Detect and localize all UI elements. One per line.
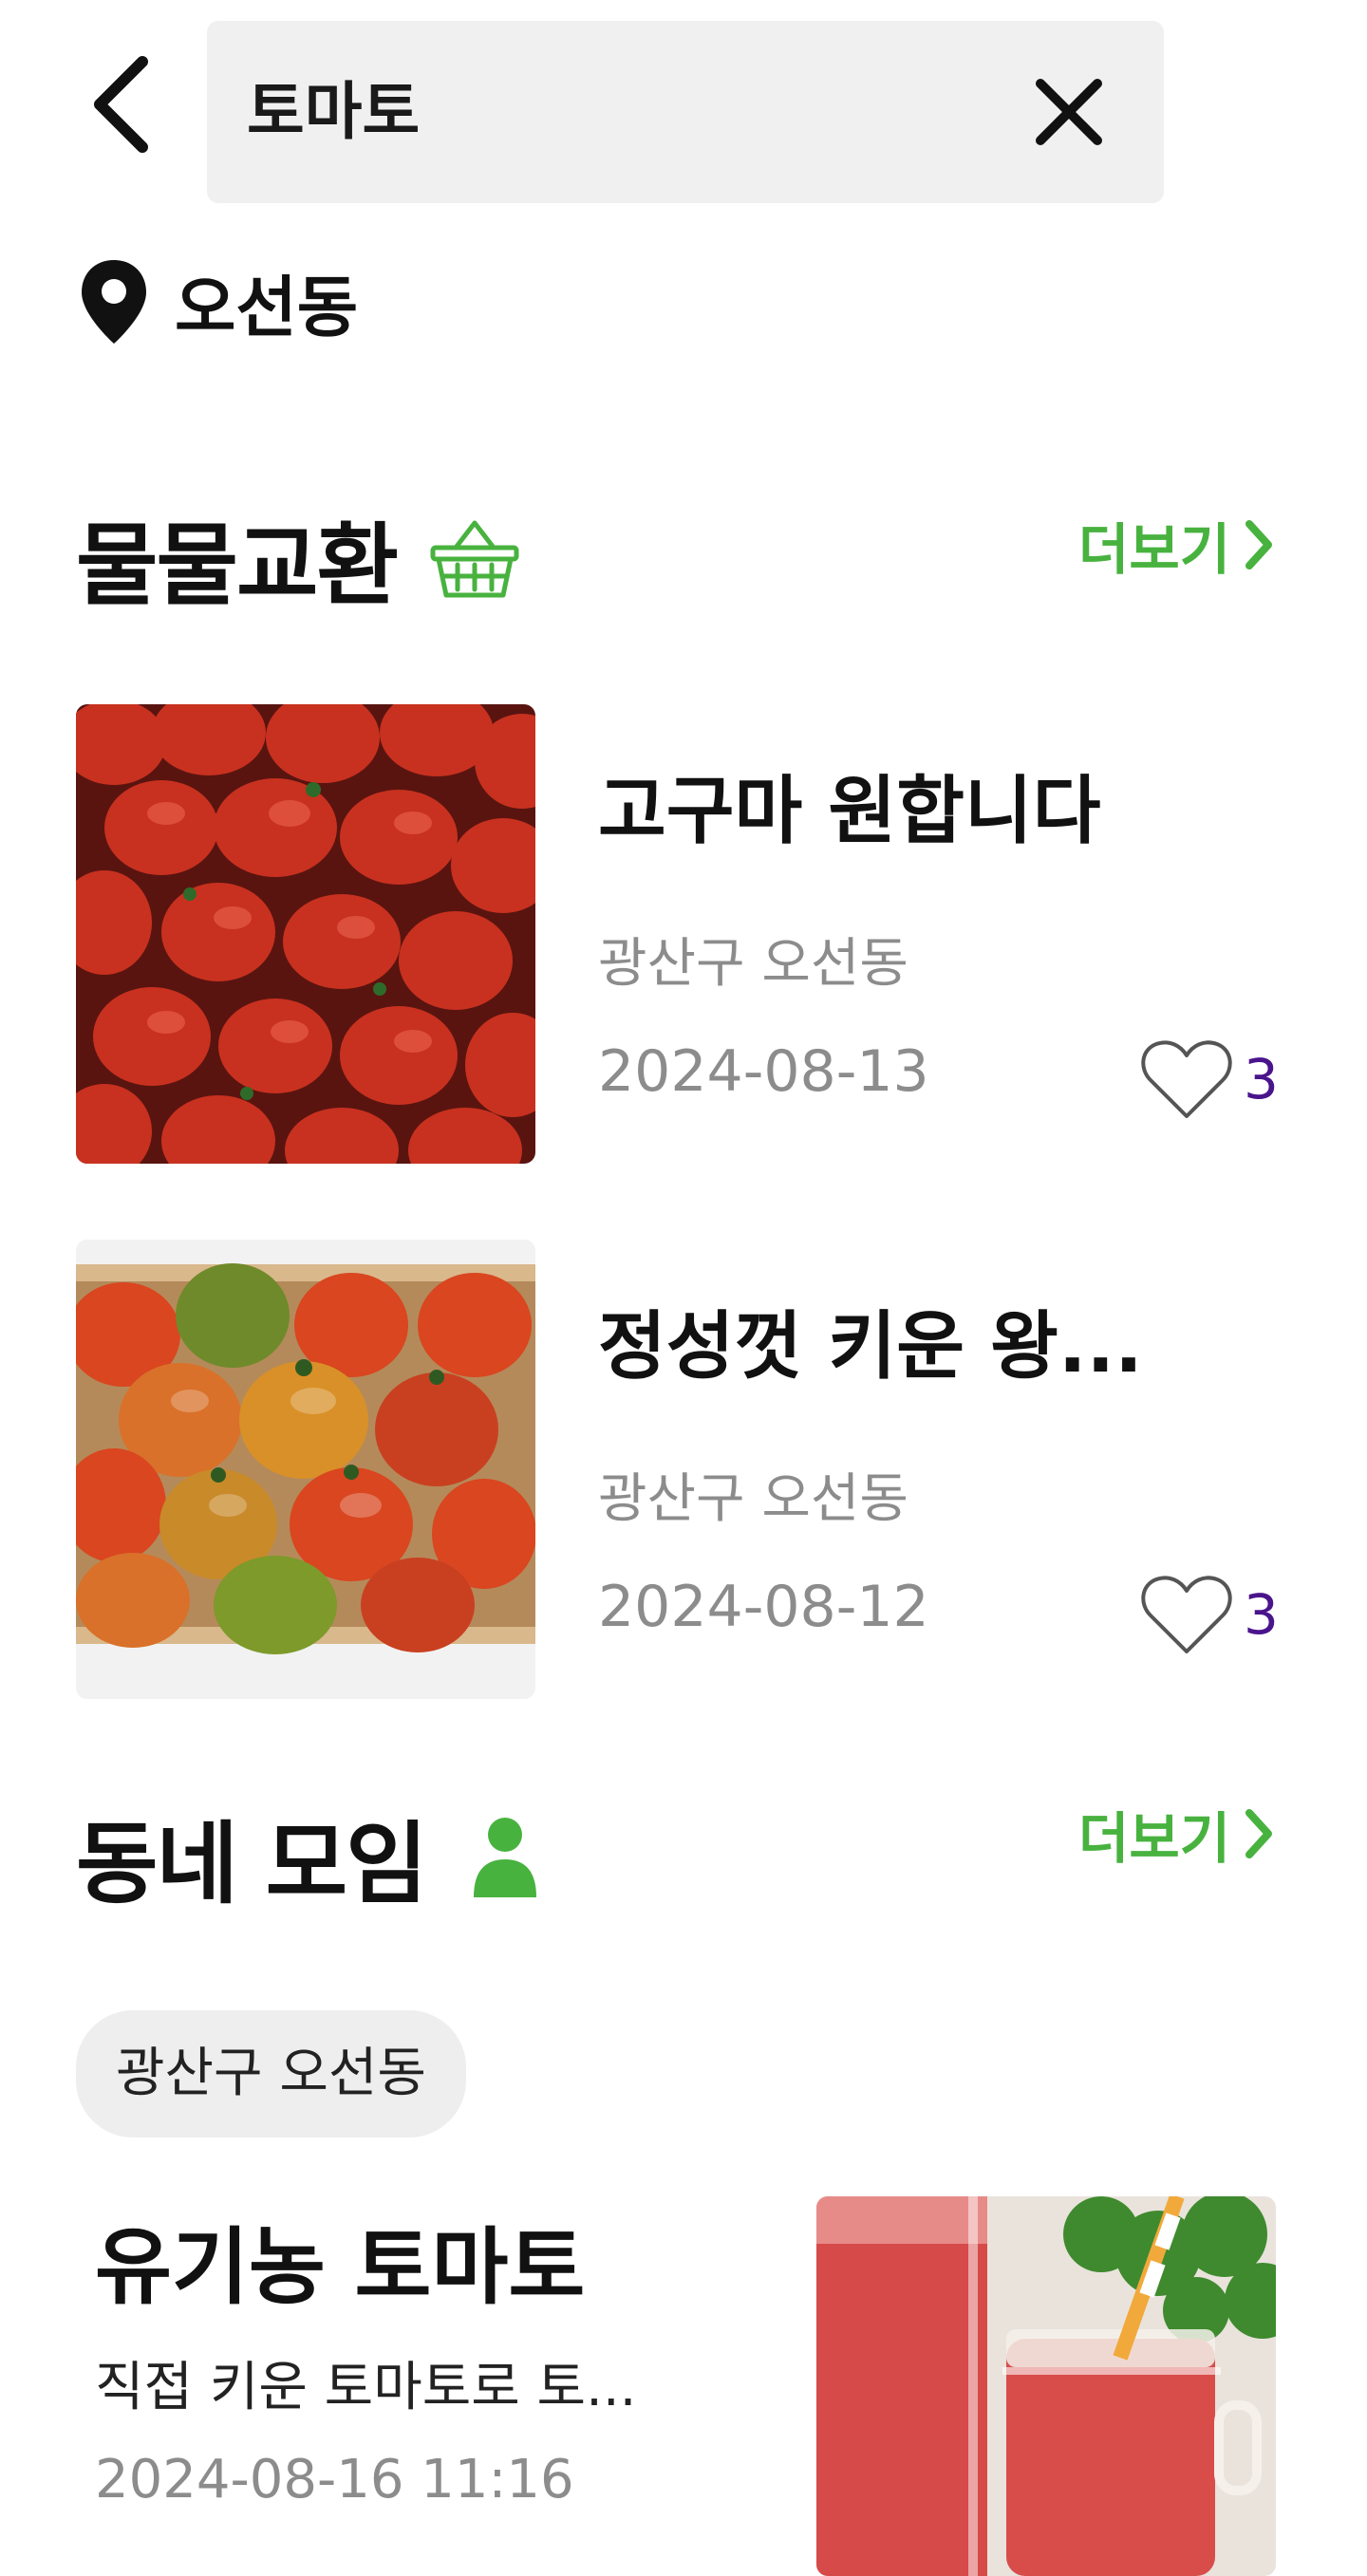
heart-icon [1141,1576,1232,1653]
item-location: 광산구 오선동 [598,1468,908,1530]
more-label: 더보기 [1078,1806,1231,1871]
item-photo [76,1240,535,1699]
location-name: 오선동 [175,268,359,346]
item-photo [76,704,535,1164]
section-title-meeting: 동네 모임 [76,1813,428,1916]
meeting-post-description: 직접 키운 토마토로 토... [95,2357,637,2418]
person-icon [473,1818,536,1897]
region-chip[interactable]: 광산구 오선동 [76,2010,466,2137]
trade-item[interactable]: 정성껏 키운 왕... 광산구 오선동 2024-08-12 3 [76,1240,1291,1699]
meeting-post-date: 2024-08-16 11:16 [95,2449,574,2511]
trade-more-link[interactable]: 더보기 [1078,505,1276,585]
like-count: 3 [1244,1047,1279,1111]
basket-icon [430,520,519,598]
chevron-right-icon [1245,1809,1273,1858]
trade-item[interactable]: 고구마 원합니다 광산구 오선동 2024-08-13 3 [76,704,1291,1164]
meeting-post-title[interactable]: 유기농 토마토 [95,2200,585,2321]
item-date: 2024-08-12 [598,1574,929,1640]
search-bar[interactable]: 토마토 [207,21,1164,203]
location-pin-icon [82,260,146,344]
item-location: 광산구 오선동 [598,933,908,995]
item-title: 정성껏 키운 왕... [598,1304,1143,1390]
close-icon [1036,79,1102,145]
item-date: 2024-08-13 [598,1038,929,1105]
meeting-post-photo[interactable] [816,2196,1276,2576]
like-count: 3 [1244,1582,1279,1647]
meeting-section-header: 동네 모임 [76,1792,538,1921]
like-button[interactable]: 3 [1139,1572,1279,1657]
more-label: 더보기 [1078,517,1231,582]
back-arrow-icon [94,56,148,153]
chevron-right-icon [1245,520,1273,569]
section-title-trade: 물물교환 [76,514,399,618]
item-title: 고구마 원합니다 [598,769,1101,854]
heart-icon [1141,1040,1232,1118]
location-selector[interactable]: 오선동 [76,254,358,349]
trade-section-header: 물물교환 [76,494,520,623]
meeting-more-link[interactable]: 더보기 [1078,1794,1276,1874]
like-button[interactable]: 3 [1139,1036,1279,1122]
search-input[interactable]: 토마토 [247,21,420,203]
back-button[interactable] [76,38,171,171]
clear-search-button[interactable] [1031,74,1107,150]
